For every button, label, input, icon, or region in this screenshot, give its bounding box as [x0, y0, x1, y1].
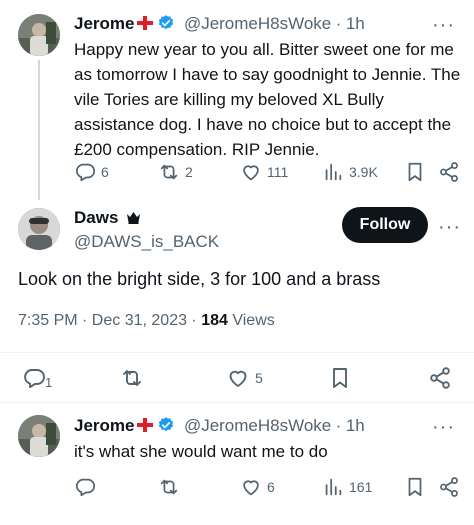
- like-count: 5: [255, 370, 263, 386]
- reply-count: 1: [45, 374, 53, 390]
- display-name[interactable]: Jerome: [74, 416, 134, 435]
- share-button[interactable]: [428, 366, 452, 390]
- handle[interactable]: @JeromeH8sWoke: [184, 14, 331, 33]
- more-icon[interactable]: ···: [432, 417, 455, 437]
- like-icon: [243, 165, 259, 181]
- user-name-row: Daws: [74, 208, 141, 229]
- avatar[interactable]: [18, 208, 60, 250]
- separator: ·: [335, 416, 342, 435]
- reply-button[interactable]: 6: [74, 161, 109, 183]
- time[interactable]: 1h: [346, 416, 365, 435]
- reply-button[interactable]: [74, 476, 96, 498]
- main-action-bar: 1 5: [0, 364, 474, 392]
- action-bar: 6 2 111 3.9K: [74, 161, 464, 185]
- bookmark-button[interactable]: [404, 161, 426, 183]
- view-count: 3.9K: [349, 164, 378, 180]
- view-count: 161: [349, 479, 373, 495]
- like-count: 6: [267, 479, 275, 495]
- bookmark-icon: [408, 477, 422, 497]
- views-icon: [325, 478, 342, 496]
- tweet-header: Jerome @JeromeH8sWoke · 1h: [74, 14, 365, 37]
- reply-button[interactable]: 1: [22, 366, 52, 390]
- like-button[interactable]: 6: [240, 476, 275, 498]
- views-label: Views: [232, 312, 275, 329]
- like-icon: [243, 480, 259, 496]
- timestamp[interactable]: 7:35 PM · Dec 31, 2023 ·: [18, 312, 201, 329]
- share-icon: [440, 477, 458, 497]
- share-icon: [440, 162, 458, 182]
- handle[interactable]: @DAWS_is_BACK: [74, 232, 219, 252]
- retweet-icon: [160, 479, 178, 495]
- more-icon[interactable]: ···: [438, 217, 461, 237]
- action-bar: 6 161: [74, 476, 464, 500]
- thread-line: [38, 60, 40, 200]
- like-button[interactable]: 111: [240, 161, 288, 183]
- bookmark-icon: [408, 162, 422, 182]
- reply-count: 6: [101, 164, 109, 180]
- handle[interactable]: @JeromeH8sWoke: [184, 416, 331, 435]
- tweet-text: Happy new year to you all. Bitter sweet …: [74, 40, 461, 159]
- reply-icon: [75, 163, 96, 182]
- display-name[interactable]: Daws: [74, 208, 118, 227]
- crown-icon: [126, 210, 141, 229]
- share-icon: [430, 367, 450, 389]
- verified-badge-icon: [157, 416, 175, 439]
- tweet-text: Look on the bright side, 3 for 100 and a…: [18, 269, 381, 289]
- views-icon: [325, 163, 342, 181]
- like-icon: [229, 370, 247, 387]
- timestamp-row: 7:35 PM · Dec 31, 2023 · 184 Views: [18, 312, 275, 330]
- retweet-icon: [123, 370, 141, 386]
- share-button[interactable]: [438, 161, 460, 183]
- share-button[interactable]: [438, 476, 460, 498]
- retweet-button[interactable]: 2: [158, 161, 193, 183]
- views-button[interactable]: 161: [322, 476, 372, 498]
- retweet-count: 2: [185, 164, 193, 180]
- england-flag-icon: [137, 16, 154, 30]
- bookmark-button[interactable]: [328, 366, 352, 390]
- follow-button[interactable]: Follow: [342, 207, 428, 243]
- retweet-button[interactable]: [158, 476, 180, 498]
- bookmark-button[interactable]: [404, 476, 426, 498]
- avatar[interactable]: [18, 14, 60, 56]
- tweet-jerome-1[interactable]: Jerome @JeromeH8sWoke · 1h ··· Happy new…: [0, 0, 474, 200]
- more-icon[interactable]: ···: [432, 15, 455, 35]
- tweet-header: Jerome @JeromeH8sWoke · 1h: [74, 416, 365, 439]
- like-button[interactable]: 5: [226, 366, 263, 390]
- retweet-button[interactable]: [120, 366, 144, 390]
- divider: [0, 352, 474, 353]
- avatar[interactable]: [18, 415, 60, 457]
- views-count: 184: [201, 312, 228, 329]
- england-flag-icon: [137, 418, 154, 432]
- views-button[interactable]: 3.9K: [322, 161, 378, 183]
- bookmark-icon: [333, 368, 347, 388]
- time[interactable]: 1h: [346, 14, 365, 33]
- separator: ·: [335, 14, 342, 33]
- display-name[interactable]: Jerome: [74, 14, 134, 33]
- reply-icon: [24, 369, 45, 388]
- reply-icon: [75, 478, 96, 497]
- tweet-text: it's what she would want me to do: [74, 442, 328, 461]
- verified-badge-icon: [157, 14, 175, 37]
- tweet-jerome-2[interactable]: Jerome @JeromeH8sWoke · 1h ··· it's what…: [0, 403, 474, 525]
- like-count: 111: [267, 164, 289, 180]
- retweet-icon: [160, 164, 178, 180]
